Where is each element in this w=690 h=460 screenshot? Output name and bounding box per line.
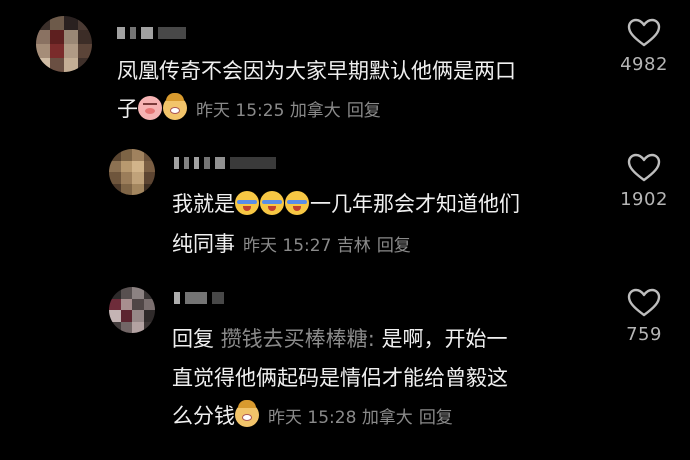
- comment-location: 加拿大: [361, 408, 413, 428]
- avatar[interactable]: [36, 16, 92, 72]
- comment-text-line2: 直觉得他俩起码是情侣才能给曾毅这: [172, 366, 508, 390]
- crying-emoji: [260, 191, 284, 215]
- like-count: 4982: [620, 54, 668, 75]
- like-count: 759: [626, 324, 662, 345]
- comment-item: 回复 攒钱去买棒棒糖: 是啊，开始一 直觉得他俩起码是情侣才能给曾毅这 么分钱 昨…: [0, 285, 690, 460]
- comment-text-line3-row: 么分钱 昨天 15:28 加拿大 回复: [172, 400, 453, 434]
- crying-emoji: [235, 191, 259, 215]
- like-button[interactable]: 1902: [614, 153, 674, 210]
- comment-text-line2-row: 直觉得他俩起码是情侣才能给曾毅这: [172, 362, 508, 394]
- dog-face-emoji: [163, 93, 187, 120]
- reply-button[interactable]: 回复: [347, 101, 381, 121]
- comment-item: 我就是 一几年那会才知道他们 纯同事 昨天 15:27 吉林 回复 1902: [0, 140, 690, 285]
- heart-outline-icon: [627, 18, 661, 47]
- crying-emoji: [285, 191, 309, 215]
- comment-text-line2-row: 子 昨天 15:25 加拿大 回复: [117, 93, 381, 127]
- comment-meta: 昨天 15:28 加拿大 回复: [268, 408, 453, 428]
- comment-text-line1: 是啊，开始一: [381, 327, 508, 351]
- comment-meta: 昨天 15:27 吉林 回复: [243, 236, 411, 256]
- comment-time: 昨天 15:27: [243, 236, 332, 256]
- like-button[interactable]: 4982: [614, 18, 674, 75]
- comment-text-line2: 子: [117, 97, 138, 121]
- mention-username[interactable]: 攒钱去买棒棒糖: [221, 327, 368, 351]
- username[interactable]: [174, 289, 224, 307]
- comment-text-prefix: 我就是: [172, 192, 235, 216]
- comment-time: 昨天 15:28: [268, 408, 357, 428]
- username[interactable]: [117, 24, 186, 42]
- comment-meta: 昨天 15:25 加拿大 回复: [196, 101, 381, 121]
- comment-text-suffix: 一几年那会才知道他们: [310, 192, 520, 216]
- heart-outline-icon: [627, 288, 661, 317]
- mention-separator: :: [367, 327, 375, 351]
- dog-face-emoji: [235, 400, 259, 427]
- comment-location: 吉林: [336, 236, 371, 256]
- pig-face-emoji: [138, 96, 162, 120]
- reply-button[interactable]: 回复: [377, 236, 411, 256]
- comment-text: 我就是 一几年那会才知道他们: [172, 188, 520, 220]
- comment-item: 凤凰传奇不会因为大家早期默认他俩是两口 子 昨天 15:25 加拿大 回复 4982: [0, 0, 690, 140]
- comment-location: 加拿大: [289, 101, 341, 121]
- comment-text: 凤凰传奇不会因为大家早期默认他俩是两口: [117, 55, 516, 87]
- reply-prefix: 回复: [172, 327, 214, 351]
- comment-text: 回复 攒钱去买棒棒糖: 是啊，开始一: [172, 323, 507, 355]
- comment-text-line1: 凤凰传奇不会因为大家早期默认他俩是两口: [117, 59, 516, 83]
- username[interactable]: [174, 154, 276, 172]
- avatar[interactable]: [109, 287, 155, 333]
- reply-button[interactable]: 回复: [419, 408, 453, 428]
- heart-outline-icon: [627, 153, 661, 182]
- comment-text-line2-row: 纯同事 昨天 15:27 吉林 回复: [172, 228, 411, 262]
- comment-text-line2: 纯同事: [172, 232, 235, 256]
- like-count: 1902: [620, 189, 668, 210]
- comment-text-line3: 么分钱: [172, 404, 235, 428]
- avatar[interactable]: [109, 149, 155, 195]
- comment-time: 昨天 15:25: [196, 101, 285, 121]
- like-button[interactable]: 759: [614, 288, 674, 345]
